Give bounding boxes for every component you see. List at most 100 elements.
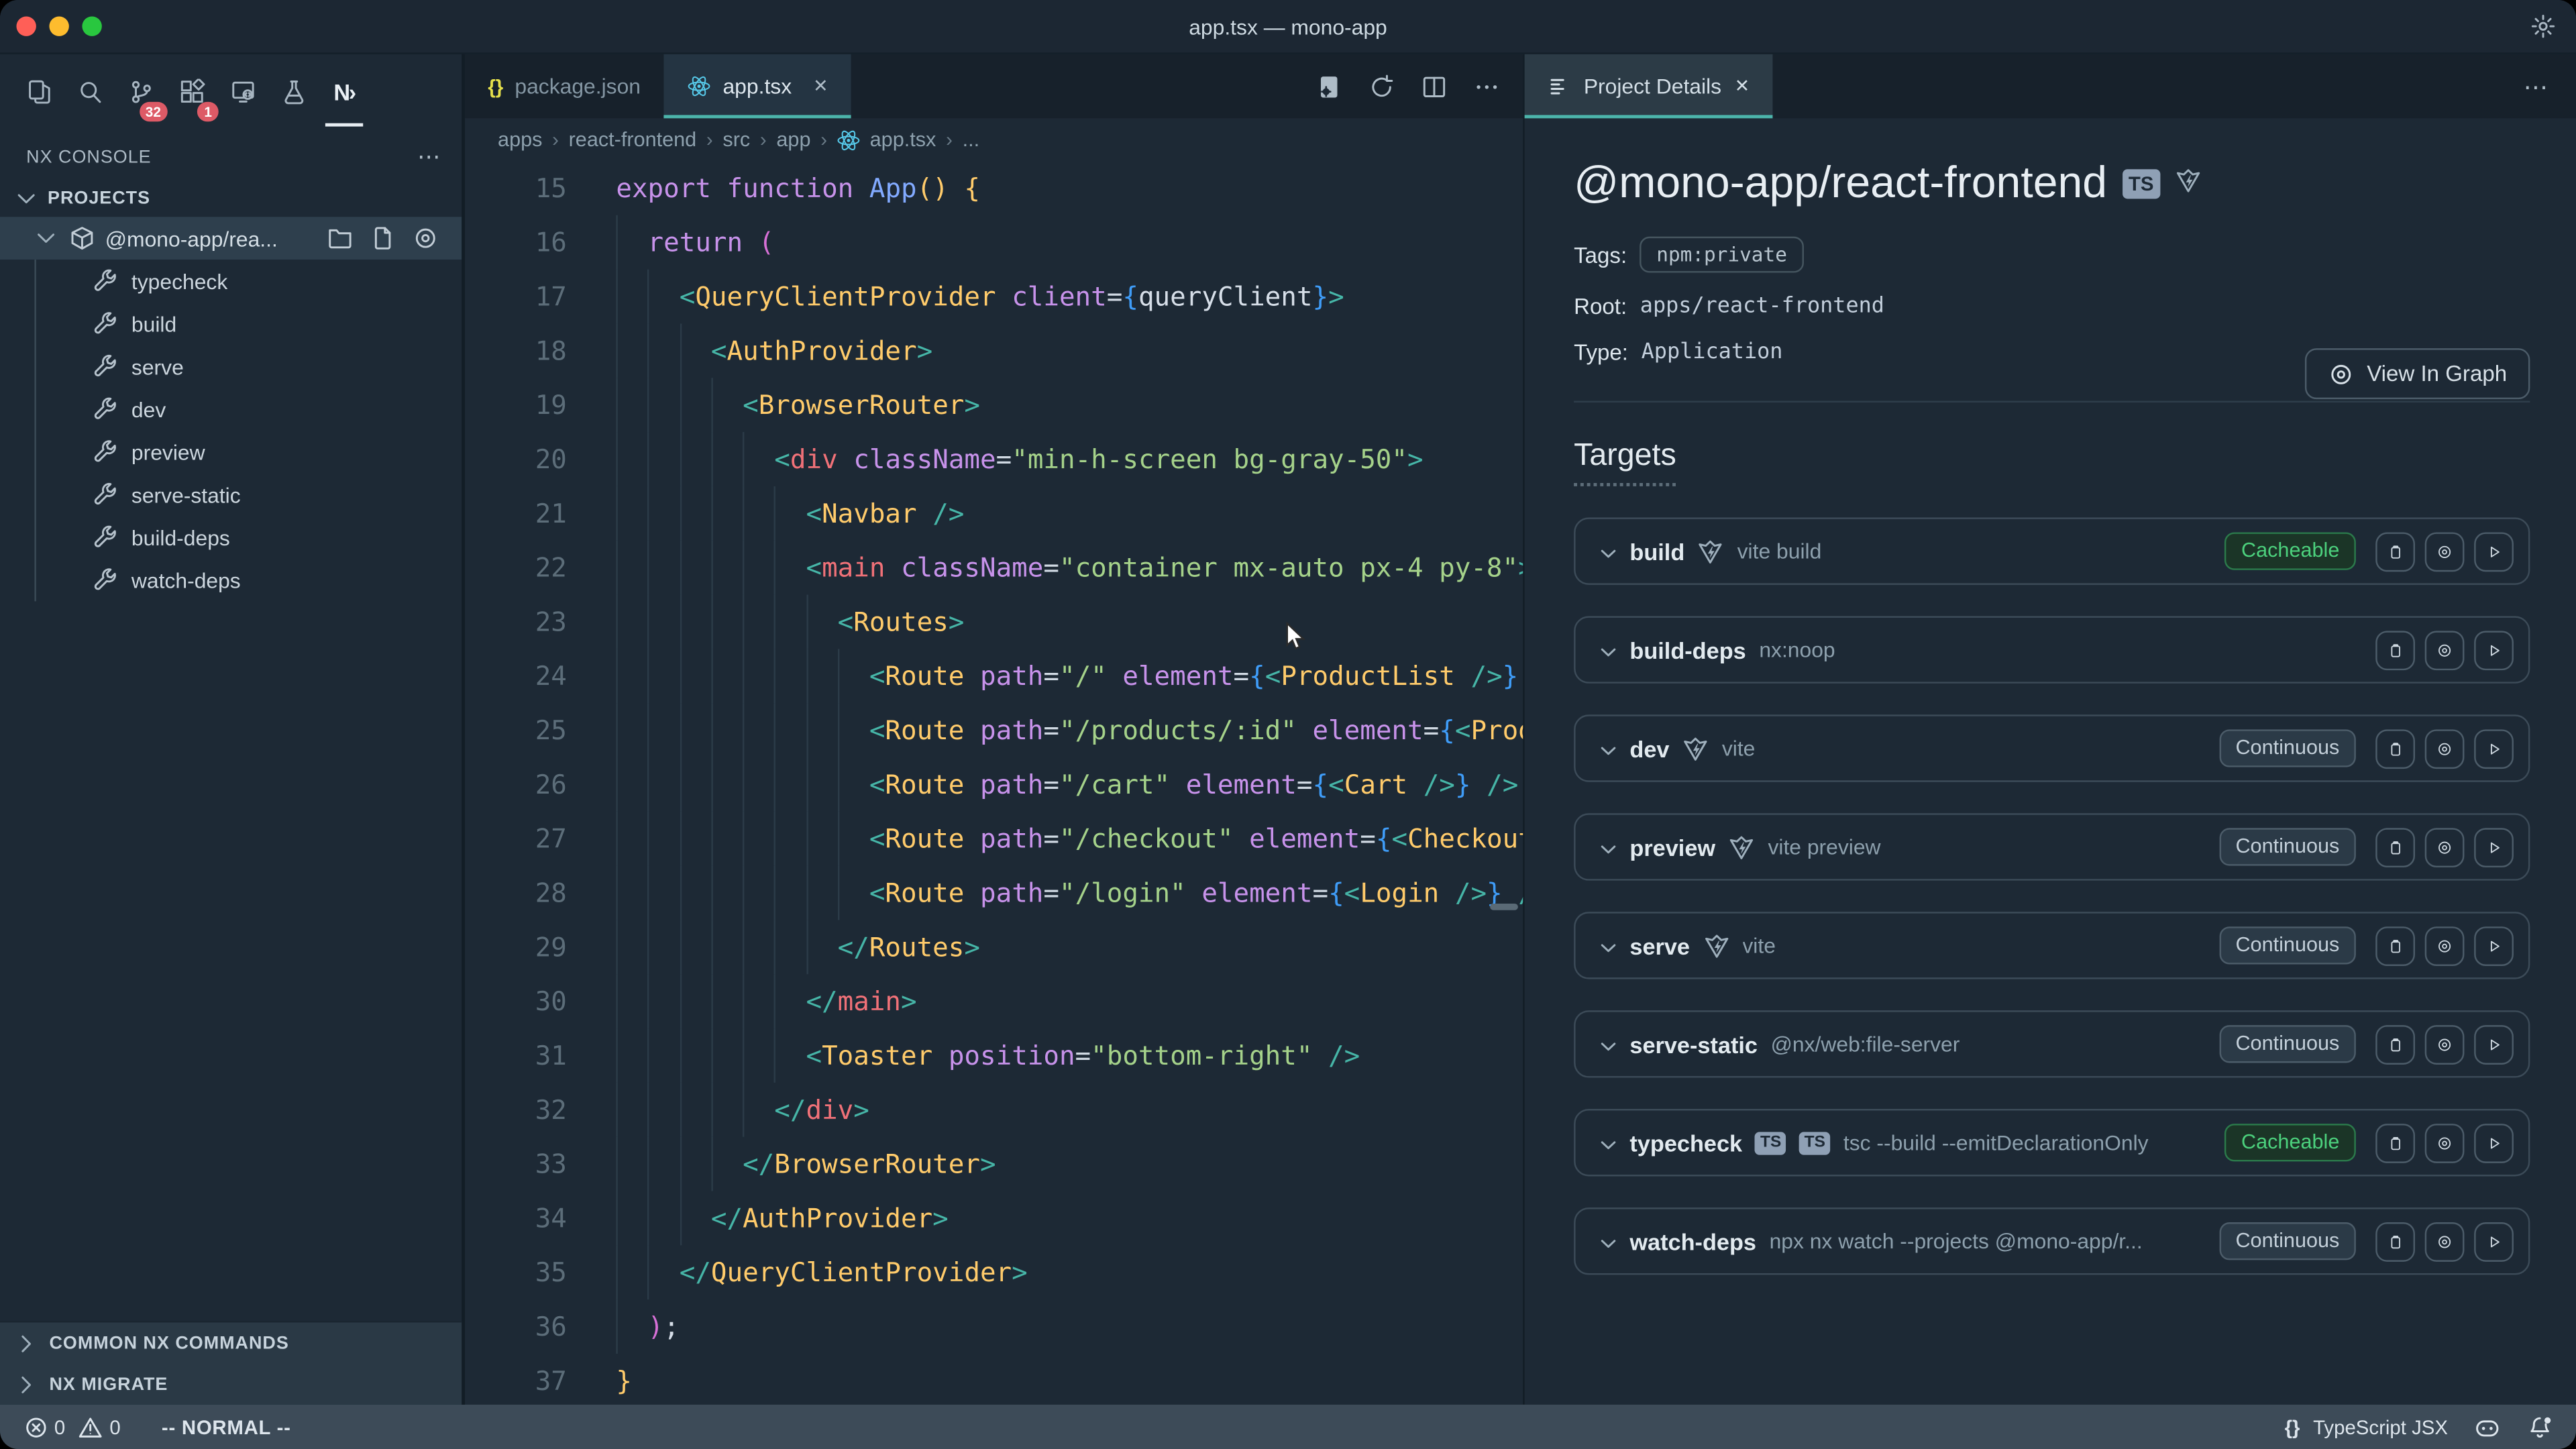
play-button[interactable] <box>2474 630 2514 669</box>
language-selector[interactable]: {} TypeScript JSX <box>2285 1415 2448 1438</box>
wrench-icon <box>92 524 118 550</box>
target-button[interactable] <box>2425 1123 2465 1163</box>
tab-app.tsx[interactable]: app.tsx✕ <box>663 54 851 119</box>
horizontal-scrollbar[interactable] <box>1490 904 1518 910</box>
copy-button[interactable] <box>2375 1123 2415 1163</box>
play-button[interactable] <box>2474 926 2514 965</box>
target-button[interactable] <box>2425 926 2465 965</box>
tree-section-projects[interactable]: PROJECTS <box>0 180 462 217</box>
breadcrumb-part[interactable]: react-frontend <box>569 128 697 151</box>
test-beaker-icon[interactable] <box>268 67 319 116</box>
target-card-dev[interactable]: devviteContinuous <box>1574 714 2530 782</box>
code-line: 36 ); <box>465 1299 1523 1354</box>
chevron-down-icon[interactable] <box>1595 539 1617 562</box>
view-in-graph-button[interactable]: View In Graph <box>2304 348 2530 399</box>
chevron-down-icon[interactable] <box>1595 835 1617 858</box>
goto-file-icon[interactable] <box>370 225 396 252</box>
target-card-build-deps[interactable]: build-depsnx:noop <box>1574 616 2530 683</box>
tree-item-target-dev[interactable]: dev <box>36 388 462 431</box>
target-button[interactable] <box>2425 630 2465 669</box>
play-button[interactable] <box>2474 531 2514 571</box>
tree-item-target-typecheck[interactable]: typecheck <box>36 260 462 303</box>
tab-project-details[interactable]: Project Details ✕ <box>1525 54 1773 119</box>
extensions-icon[interactable]: 1 <box>166 67 217 116</box>
target-card-watch-deps[interactable]: watch-depsnpx nx watch --projects @mono-… <box>1574 1208 2530 1275</box>
panel-tab-close-icon[interactable]: ✕ <box>1735 76 1750 97</box>
target-label: watch-deps <box>131 568 241 592</box>
tree-item-target-serve-static[interactable]: serve-static <box>36 473 462 516</box>
target-button[interactable] <box>2425 1024 2465 1064</box>
problems-errors[interactable]: 0 <box>23 1415 65 1440</box>
target-icon[interactable] <box>413 225 439 252</box>
copy-button[interactable] <box>2375 1024 2415 1064</box>
target-card-typecheck[interactable]: typecheckTSTStsc --build --emitDeclarati… <box>1574 1109 2530 1176</box>
play-button[interactable] <box>2474 827 2514 867</box>
target-card-serve[interactable]: serveviteContinuous <box>1574 912 2530 979</box>
chevron-down-icon[interactable] <box>1595 737 1617 759</box>
tree-item-target-preview[interactable]: preview <box>36 431 462 474</box>
target-button[interactable] <box>2425 1222 2465 1261</box>
line-number: 32 <box>465 1083 567 1137</box>
chevron-down-icon[interactable] <box>1595 638 1617 661</box>
tab-package.json[interactable]: {}package.json <box>465 54 663 119</box>
target-actions <box>2375 1123 2514 1163</box>
play-button[interactable] <box>2474 1024 2514 1064</box>
more-actions-icon[interactable] <box>1474 73 1500 99</box>
code-editor[interactable]: 15export function App() {16 return (17 <… <box>465 161 1523 1405</box>
chevron-down-icon[interactable] <box>1595 1230 1617 1252</box>
copy-button[interactable] <box>2375 531 2415 571</box>
chevron-down-icon[interactable] <box>1595 1131 1617 1154</box>
copy-button[interactable] <box>2375 729 2415 768</box>
sidebar-more-icon[interactable]: ⋯ <box>417 143 442 171</box>
section-nx-migrate[interactable]: NX MIGRATE <box>0 1364 462 1405</box>
editor-group: {}package.jsonapp.tsx✕ apps›react-fronte… <box>465 54 1523 1405</box>
breadcrumb-part[interactable]: apps <box>498 128 542 151</box>
open-project-details-icon[interactable] <box>1316 73 1342 99</box>
tree-item-target-watch-deps[interactable]: watch-deps <box>36 559 462 602</box>
tree-item-target-build[interactable]: build <box>36 303 462 345</box>
bell-notification-icon[interactable] <box>2527 1413 2553 1440</box>
refresh-icon[interactable] <box>1368 73 1395 99</box>
tree-item-project[interactable]: @mono-app/rea... <box>0 217 462 260</box>
files-icon[interactable] <box>13 67 64 116</box>
section-common-nx-commands[interactable]: COMMON NX COMMANDS <box>0 1322 462 1363</box>
play-button[interactable] <box>2474 1222 2514 1261</box>
target-card-serve-static[interactable]: serve-static@nx/web:file-serverContinuou… <box>1574 1010 2530 1077</box>
line-number: 37 <box>465 1354 567 1405</box>
remote-explorer-icon[interactable] <box>217 67 268 116</box>
target-button[interactable] <box>2425 531 2465 571</box>
source-control-icon[interactable]: 32 <box>115 67 166 116</box>
panel-tab-bar: Project Details ✕ ⋯ <box>1525 54 2576 119</box>
copy-button[interactable] <box>2375 827 2415 867</box>
copy-button[interactable] <box>2375 1222 2415 1261</box>
code-line: 35 </QueryClientProvider> <box>465 1245 1523 1299</box>
chevron-down-icon[interactable] <box>1595 1032 1617 1055</box>
target-card-preview[interactable]: previewvite previewContinuous <box>1574 813 2530 880</box>
copy-button[interactable] <box>2375 926 2415 965</box>
copy-button[interactable] <box>2375 630 2415 669</box>
problems-warnings[interactable]: 0 <box>76 1413 120 1440</box>
code-line: 34 </AuthProvider> <box>465 1191 1523 1246</box>
panel-more-icon[interactable]: ⋯ <box>2524 72 2576 101</box>
nx-console-icon[interactable]: N› <box>319 67 370 116</box>
tree-item-target-build-deps[interactable]: build-deps <box>36 516 462 559</box>
chevron-down-icon[interactable] <box>1595 934 1617 957</box>
breadcrumb-file[interactable]: app.tsx <box>837 127 936 152</box>
breadcrumb-more[interactable]: ... <box>963 128 980 151</box>
breadcrumb-part[interactable]: src <box>722 128 750 151</box>
copilot-icon[interactable] <box>2474 1413 2500 1440</box>
play-button[interactable] <box>2474 729 2514 768</box>
split-editor-icon[interactable] <box>1421 73 1447 99</box>
search-icon[interactable] <box>64 67 115 116</box>
folder-icon[interactable] <box>327 225 353 252</box>
breadcrumb-part[interactable]: app <box>776 128 810 151</box>
play-button[interactable] <box>2474 1123 2514 1163</box>
wrench-icon <box>92 268 118 294</box>
breadcrumb[interactable]: apps›react-frontend›src›app›app.tsx›... <box>465 118 1523 161</box>
settings-gear-icon[interactable] <box>2530 13 2556 40</box>
tree-item-target-serve[interactable]: serve <box>36 345 462 388</box>
tab-close-icon[interactable]: ✕ <box>813 76 828 97</box>
target-card-build[interactable]: buildvite buildCacheable <box>1574 517 2530 584</box>
target-button[interactable] <box>2425 729 2465 768</box>
target-button[interactable] <box>2425 827 2465 867</box>
